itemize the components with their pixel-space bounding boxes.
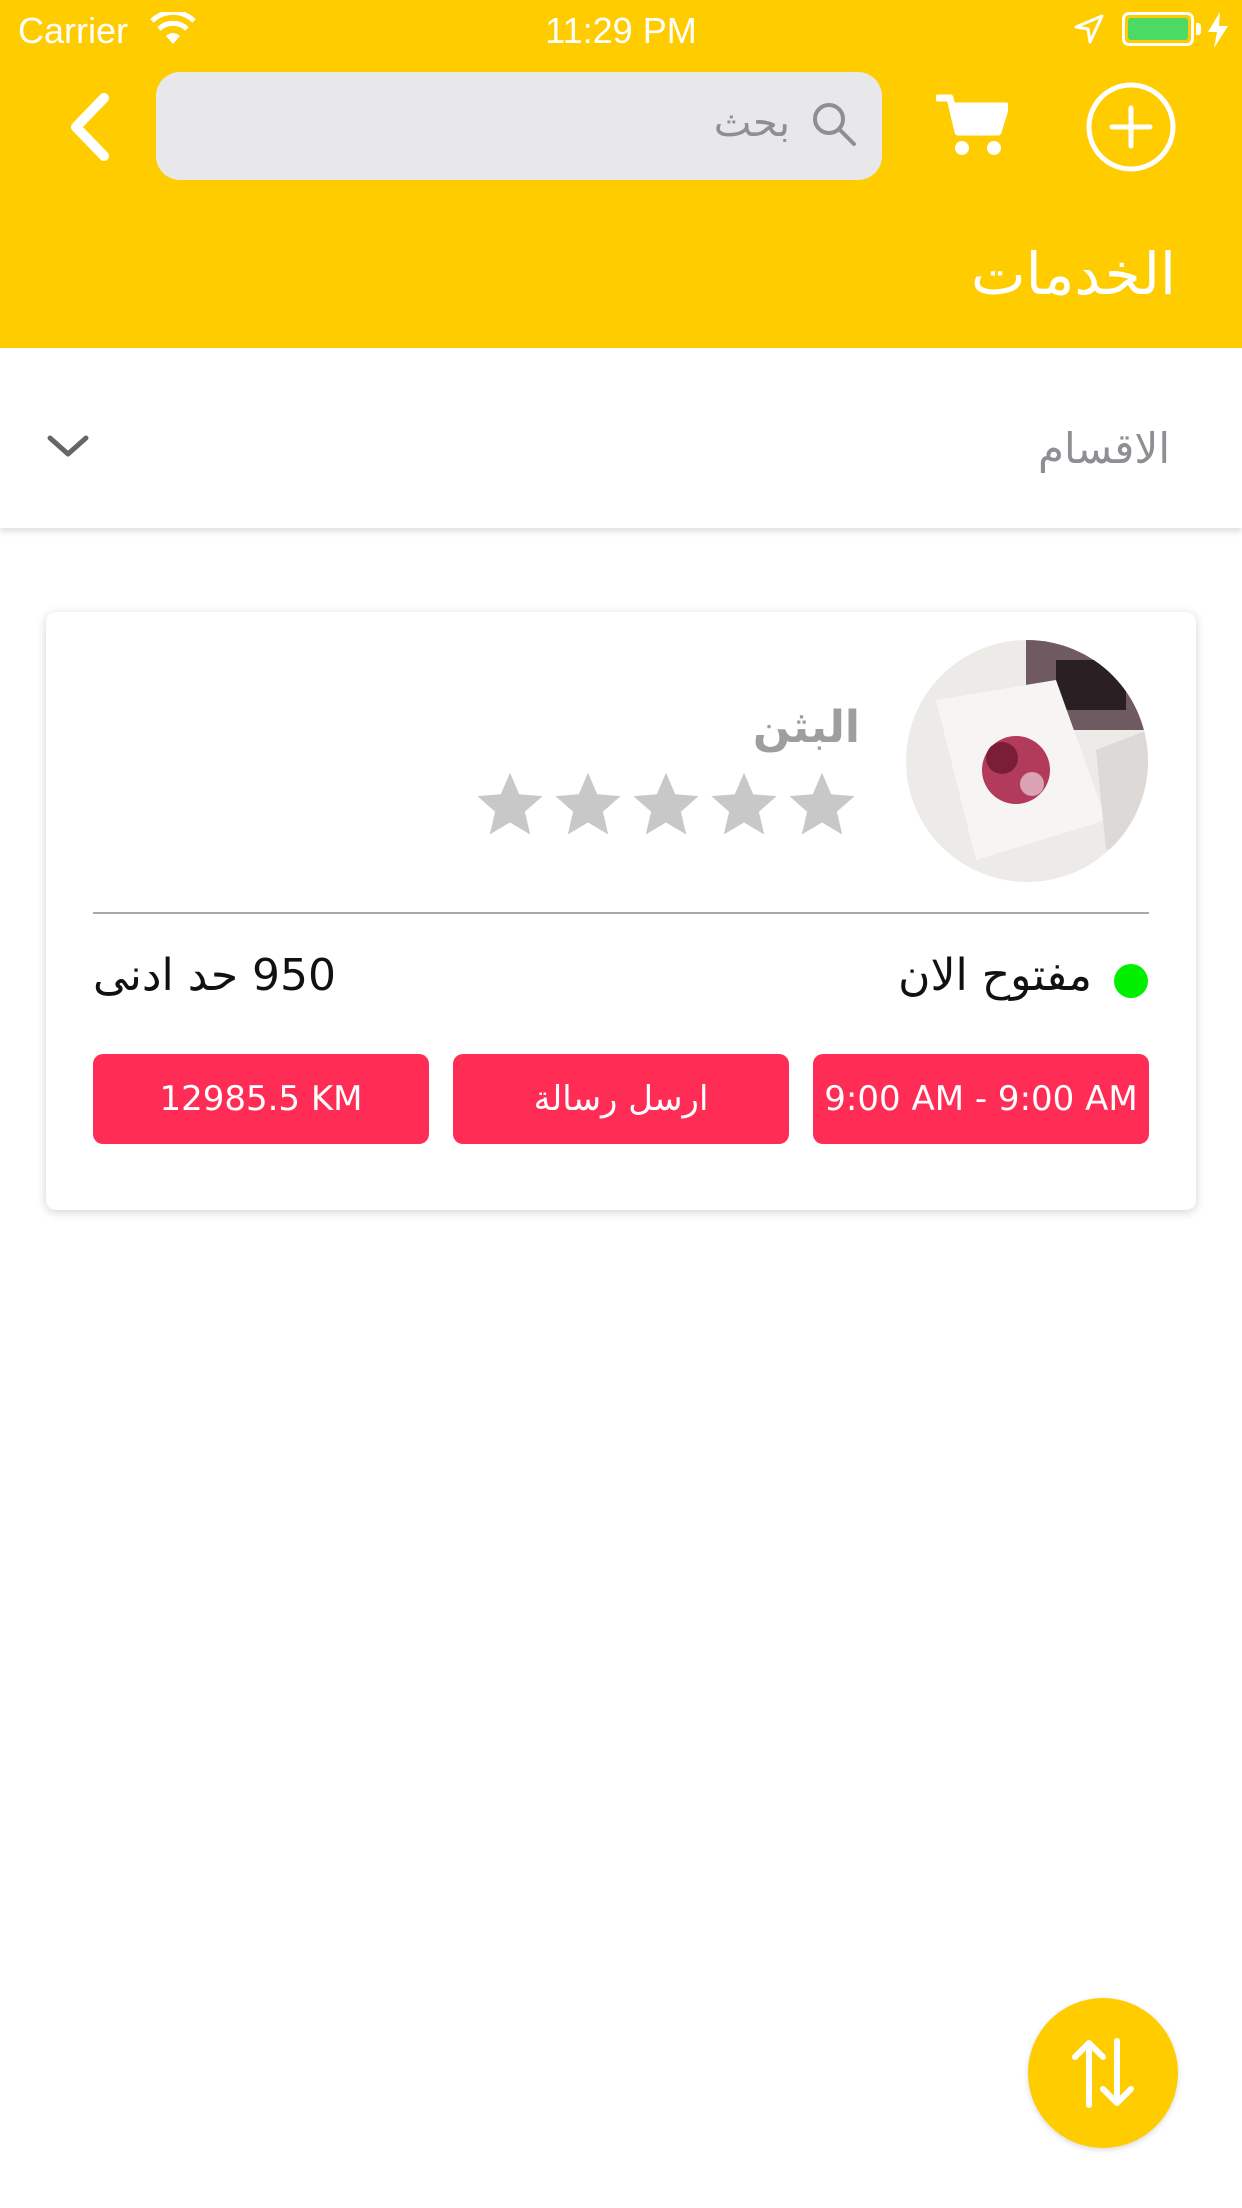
service-avatar (906, 640, 1148, 882)
battery-icon (1122, 12, 1194, 46)
add-circle-icon[interactable] (1084, 80, 1178, 174)
minimum-order: 950 حد ادنى (93, 950, 336, 1001)
cart-icon[interactable] (936, 92, 1008, 158)
star-icon (789, 772, 855, 835)
status-bar: Carrier 11:29 PM (0, 0, 1242, 62)
categories-label: الاقسام (1038, 424, 1170, 473)
charging-bolt-icon (1208, 12, 1228, 48)
battery-tip (1196, 23, 1201, 35)
hours-button[interactable]: 9:00 AM - 9:00 AM (813, 1054, 1149, 1144)
service-name: البثن (752, 702, 860, 753)
sort-button[interactable] (1028, 1998, 1178, 2148)
service-card[interactable]: البثن مفتوح الان 950 حد ادنى 9:00 AM - 9… (46, 612, 1196, 1210)
location-arrow-icon (1074, 14, 1104, 44)
star-icon (711, 772, 777, 835)
star-icon (555, 772, 621, 835)
sort-arrows-icon (1072, 2038, 1134, 2108)
card-divider (93, 912, 1149, 914)
status-time: 11:29 PM (545, 10, 697, 51)
categories-dropdown[interactable]: الاقسام (0, 348, 1242, 528)
search-bar[interactable]: بحث (156, 72, 882, 180)
distance-button[interactable]: 12985.5 KM (93, 1054, 429, 1144)
rating-stars (470, 768, 860, 848)
star-icon (633, 772, 699, 835)
back-chevron-icon[interactable] (62, 92, 122, 162)
avatar-image (906, 640, 1148, 882)
page-title: الخدمات (970, 240, 1176, 308)
search-icon (813, 103, 856, 146)
chevron-down-icon (47, 435, 89, 457)
open-status-label: مفتوح الان (898, 950, 1092, 1001)
star-icon (477, 772, 543, 835)
search-placeholder: بحث (713, 100, 790, 146)
send-message-button[interactable]: ارسل رسالة (453, 1054, 789, 1144)
app-header: Carrier 11:29 PM بحث الخدمات (0, 0, 1242, 348)
open-status-indicator (1114, 964, 1148, 998)
